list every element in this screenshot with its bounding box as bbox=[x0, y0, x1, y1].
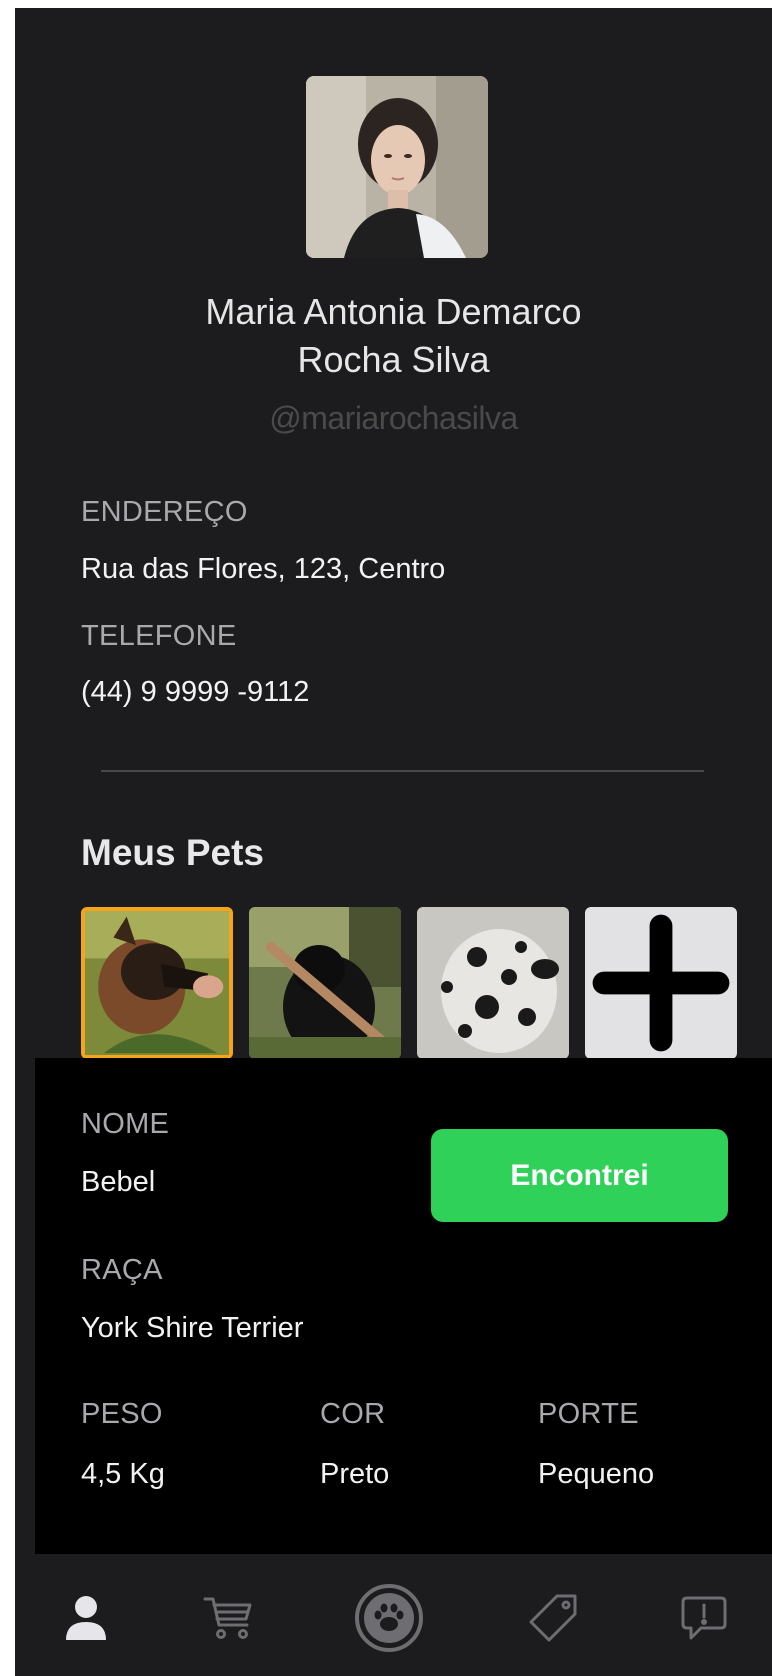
pet-weight-value: 4,5 Kg bbox=[81, 1458, 165, 1490]
plus-icon bbox=[592, 914, 730, 1052]
cart-icon bbox=[203, 1597, 252, 1639]
pet-size-value: Pequeno bbox=[538, 1458, 655, 1490]
bottom-tab-bar bbox=[15, 1554, 772, 1676]
profile-avatar bbox=[306, 76, 488, 258]
alert-message-icon bbox=[681, 1596, 727, 1640]
pet-weight-label: PESO bbox=[81, 1398, 163, 1430]
pet-detail-panel: NOME Bebel Encontrei RAÇA York Shire Ter… bbox=[35, 1058, 772, 1554]
pet-name-value: Bebel bbox=[81, 1166, 156, 1198]
address-label: ENDEREÇO bbox=[81, 496, 248, 528]
tab-report[interactable] bbox=[664, 1578, 744, 1658]
pet-breed-label: RAÇA bbox=[81, 1254, 163, 1286]
tab-profile[interactable] bbox=[46, 1578, 126, 1658]
pet-thumb-2[interactable] bbox=[249, 907, 401, 1059]
pet-thumb-3[interactable] bbox=[417, 907, 569, 1059]
profile-photo bbox=[306, 76, 488, 258]
pet-thumb-1[interactable] bbox=[81, 907, 233, 1059]
german-shepherd-photo bbox=[85, 911, 229, 1055]
tab-cart[interactable] bbox=[188, 1578, 268, 1658]
found-button[interactable]: Encontrei bbox=[431, 1129, 728, 1222]
profile-handle: @mariarochasilva bbox=[269, 400, 518, 436]
pet-name-label: NOME bbox=[81, 1108, 170, 1140]
tag-icon bbox=[529, 1594, 577, 1642]
profile-screen: Maria Antonia Demarco Rocha Silva @maria… bbox=[15, 8, 772, 1676]
paw-icon bbox=[355, 1584, 423, 1652]
black-dog-with-stick-photo bbox=[249, 907, 401, 1059]
pet-color-value: Preto bbox=[320, 1458, 390, 1490]
pet-color-label: COR bbox=[320, 1398, 386, 1430]
user-icon bbox=[66, 1596, 106, 1640]
phone-value: (44) 9 9999 -9112 bbox=[81, 676, 310, 708]
section-divider bbox=[101, 770, 704, 772]
add-pet-button[interactable] bbox=[585, 907, 737, 1059]
tab-offers[interactable] bbox=[513, 1578, 593, 1658]
profile-name: Maria Antonia Demarco Rocha Silva bbox=[15, 288, 772, 384]
tab-pets[interactable] bbox=[349, 1578, 429, 1658]
pet-breed-value: York Shire Terrier bbox=[81, 1312, 304, 1344]
address-value: Rua das Flores, 123, Centro bbox=[81, 553, 446, 585]
spotted-dog-photo bbox=[417, 907, 569, 1059]
my-pets-title: Meus Pets bbox=[81, 832, 265, 873]
profile-name-line1: Maria Antonia Demarco bbox=[205, 291, 582, 332]
phone-label: TELEFONE bbox=[81, 620, 237, 652]
profile-name-line2: Rocha Silva bbox=[297, 339, 490, 380]
pet-size-label: PORTE bbox=[538, 1398, 639, 1430]
